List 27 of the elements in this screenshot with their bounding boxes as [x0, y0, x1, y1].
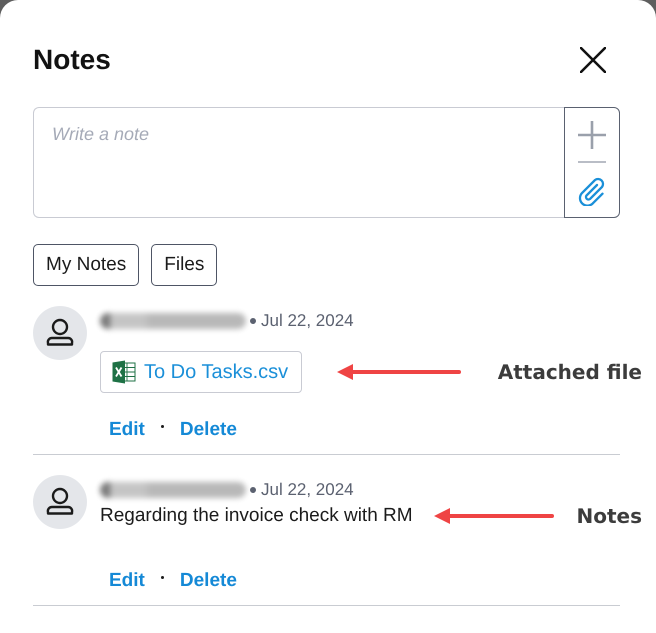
- note-date: Jul 22, 2024: [261, 480, 354, 500]
- filter-button[interactable]: Files: [151, 244, 218, 286]
- delete-link[interactable]: Delete: [180, 570, 237, 592]
- note-input[interactable]: Write a note: [33, 107, 564, 218]
- dialog-title: Notes: [33, 43, 111, 77]
- close-icon: [580, 47, 606, 73]
- user-avatar-icon: [33, 475, 87, 529]
- separator-dot-icon: [160, 576, 164, 578]
- annotation-label: Attached file: [498, 360, 642, 384]
- add-button[interactable]: [577, 120, 607, 150]
- paperclip-icon: [577, 176, 607, 206]
- separator-dot-icon: [160, 424, 164, 428]
- attach-button[interactable]: [577, 176, 607, 206]
- user-avatar-icon: [33, 306, 87, 360]
- spreadsheet-icon: [112, 360, 136, 384]
- bullet-icon: [250, 487, 256, 493]
- file-attachment[interactable]: To Do Tasks.csv: [100, 351, 302, 393]
- edit-link[interactable]: Edit: [109, 570, 145, 592]
- note-date: Jul 22, 2024: [261, 311, 354, 331]
- close-button[interactable]: [580, 47, 606, 73]
- plus-icon: [577, 120, 607, 150]
- delete-link[interactable]: Delete: [180, 419, 237, 441]
- note-text: Regarding the invoice check with RM: [100, 504, 413, 528]
- filter-button[interactable]: My Notes: [33, 244, 140, 286]
- annotation-label: Notes: [576, 504, 642, 528]
- bullet-icon: [250, 318, 256, 324]
- edit-link[interactable]: Edit: [109, 419, 145, 441]
